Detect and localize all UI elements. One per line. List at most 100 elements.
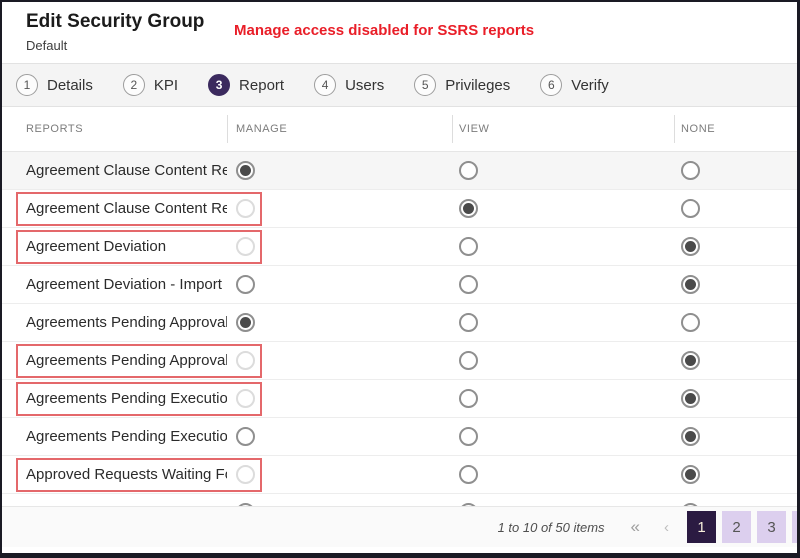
manage-radio[interactable] <box>236 313 255 332</box>
view-radio[interactable] <box>459 503 478 506</box>
manage-cell <box>227 351 452 370</box>
none-radio[interactable] <box>681 465 700 484</box>
view-radio[interactable] <box>459 313 478 332</box>
report-name: Agreement Clause Content Report -... <box>2 162 227 179</box>
manage-radio[interactable] <box>236 503 255 506</box>
none-radio[interactable] <box>681 351 700 370</box>
step-report[interactable]: 3Report <box>208 74 284 96</box>
manage-cell <box>227 503 452 506</box>
reports-table-body: Agreement Clause Content Report -... Agre… <box>2 152 797 506</box>
none-cell <box>674 465 797 484</box>
none-radio[interactable] <box>681 427 700 446</box>
report-row: Agreement Deviation - Import <box>2 266 797 304</box>
edit-security-group-window: Edit Security Group Default Manage acces… <box>0 0 800 558</box>
none-cell <box>674 275 797 294</box>
report-name: Approved Requests Waiting For C... <box>2 504 227 506</box>
view-radio[interactable] <box>459 389 478 408</box>
view-radio[interactable] <box>459 161 478 180</box>
manage-cell <box>227 465 452 484</box>
manage-cell <box>227 199 452 218</box>
none-cell <box>674 313 797 332</box>
report-row: Agreement Clause Content Report <box>2 190 797 228</box>
view-radio[interactable] <box>459 427 478 446</box>
manage-radio <box>236 389 255 408</box>
manage-radio <box>236 465 255 484</box>
none-cell <box>674 389 797 408</box>
none-cell <box>674 237 797 256</box>
report-row: Agreements Pending Execution - Im... <box>2 418 797 456</box>
manage-radio[interactable] <box>236 275 255 294</box>
step-label: Users <box>345 77 384 94</box>
pagination-bar: 1 to 10 of 50 items « ‹ 123 <box>2 506 797 547</box>
report-name: Agreement Clause Content Report <box>2 200 227 217</box>
page-subtitle: Default <box>26 38 67 53</box>
none-radio[interactable] <box>681 199 700 218</box>
view-cell <box>452 465 674 484</box>
page-button-3[interactable]: 3 <box>757 511 786 543</box>
page-buttons: 123 <box>687 511 797 543</box>
report-name: Agreements Pending Approval <box>2 352 227 369</box>
pagination-summary: 1 to 10 of 50 items <box>498 520 605 535</box>
step-number-badge: 2 <box>123 74 145 96</box>
none-radio[interactable] <box>681 161 700 180</box>
none-cell <box>674 351 797 370</box>
manage-radio <box>236 199 255 218</box>
step-number-badge: 1 <box>16 74 38 96</box>
view-cell <box>452 161 674 180</box>
column-header-none: NONE <box>674 107 797 151</box>
report-name: Agreement Deviation <box>2 238 227 255</box>
none-radio[interactable] <box>681 313 700 332</box>
report-name: Agreement Deviation - Import <box>2 276 227 293</box>
none-cell <box>674 199 797 218</box>
report-row: Agreements Pending Approval - Im... <box>2 304 797 342</box>
table-header: REPORTS MANAGE VIEW NONE <box>2 107 797 152</box>
report-row: Agreements Pending Execution <box>2 380 797 418</box>
manage-cell <box>227 275 452 294</box>
view-cell <box>452 503 674 506</box>
view-cell <box>452 275 674 294</box>
report-row: Agreement Clause Content Report -... <box>2 152 797 190</box>
view-radio[interactable] <box>459 351 478 370</box>
none-radio[interactable] <box>681 389 700 408</box>
report-name: Agreements Pending Execution - Im... <box>2 428 227 445</box>
report-name: Agreements Pending Execution <box>2 390 227 407</box>
view-cell <box>452 237 674 256</box>
step-number-badge: 3 <box>208 74 230 96</box>
view-cell <box>452 313 674 332</box>
step-details[interactable]: 1Details <box>16 74 93 96</box>
wizard-stepper: 1Details 2KPI 3Report 4Users 5Privileges 6 Ver… <box>2 63 797 107</box>
page-button-1[interactable]: 1 <box>687 511 716 543</box>
first-page-button[interactable]: « <box>631 517 640 537</box>
view-radio[interactable] <box>459 199 478 218</box>
step-label: Verify <box>571 77 609 94</box>
none-radio[interactable] <box>681 503 700 506</box>
step-users[interactable]: 4Users <box>314 74 384 96</box>
manage-radio <box>236 351 255 370</box>
step-kpi[interactable]: 2KPI <box>123 74 178 96</box>
step-privileges[interactable]: 5Privileges <box>414 74 510 96</box>
page-title: Edit Security Group <box>26 11 204 33</box>
ssrs-annotation-text: Manage access disabled for SSRS reports <box>234 22 534 39</box>
manage-radio[interactable] <box>236 427 255 446</box>
manage-radio[interactable] <box>236 161 255 180</box>
report-row: Agreement Deviation <box>2 228 797 266</box>
page-button-2[interactable]: 2 <box>722 511 751 543</box>
view-radio[interactable] <box>459 275 478 294</box>
none-radio[interactable] <box>681 237 700 256</box>
column-header-manage: MANAGE <box>227 107 452 151</box>
step-number-badge: 6 <box>540 74 562 96</box>
manage-cell <box>227 389 452 408</box>
manage-cell <box>227 313 452 332</box>
page-button-partial[interactable] <box>792 511 797 543</box>
step-verify[interactable]: 6 Verify <box>540 74 609 96</box>
view-cell <box>452 351 674 370</box>
manage-cell <box>227 237 452 256</box>
view-radio[interactable] <box>459 237 478 256</box>
manage-radio <box>236 237 255 256</box>
column-header-view: VIEW <box>452 107 674 151</box>
previous-page-button[interactable]: ‹ <box>664 519 669 536</box>
view-cell <box>452 199 674 218</box>
column-header-reports: REPORTS <box>2 107 227 151</box>
view-radio[interactable] <box>459 465 478 484</box>
none-radio[interactable] <box>681 275 700 294</box>
